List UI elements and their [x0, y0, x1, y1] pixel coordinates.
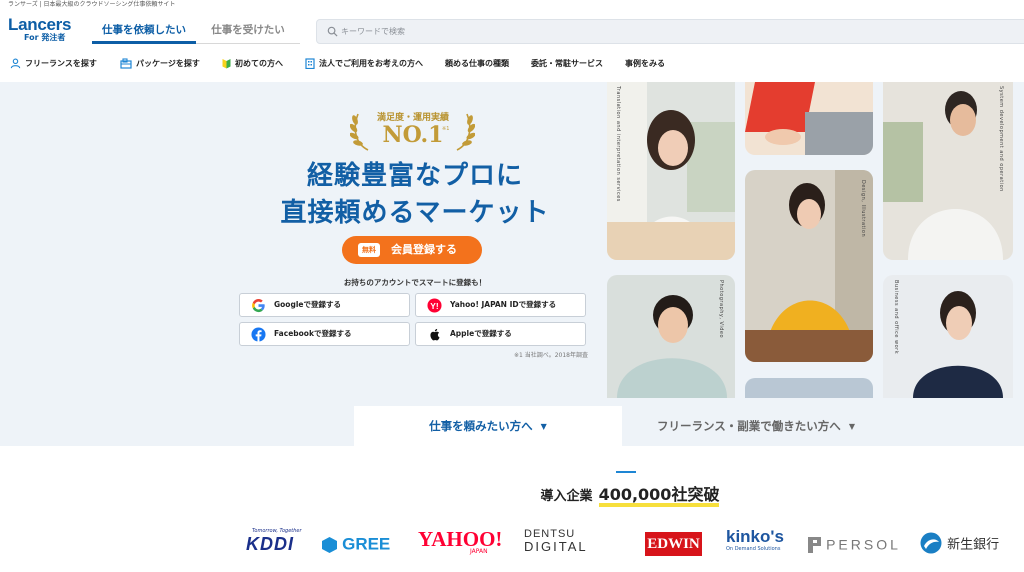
tab-for-freelancers[interactable]: フリーランス・副業で働きたい方へ ▼ [622, 406, 890, 446]
photo-developer-man [883, 82, 1013, 260]
logo-gree: GREE [322, 534, 390, 564]
google-signup-label: Googleで登録する [274, 300, 341, 309]
photo-caption-business: Business and office work [893, 280, 899, 355]
tab-request-work[interactable]: 仕事を依頼したい [92, 18, 196, 44]
nav-label: パッケージを探す [136, 59, 200, 68]
photo-translator-woman [607, 82, 735, 260]
search-input[interactable] [341, 22, 841, 41]
logo-wordmark: Lancers [8, 15, 72, 34]
logo-persol: PERSOL [808, 534, 901, 564]
nav-outsourcing[interactable]: 委託・常駐サービス [531, 55, 603, 73]
search-bar[interactable] [316, 19, 1024, 44]
package-icon [120, 58, 132, 69]
tab-receive-work[interactable]: 仕事を受けたい [196, 18, 300, 44]
logo-dentsu-digital: DENTSU DIGITAL [524, 528, 588, 558]
free-badge: 無料 [358, 243, 380, 257]
photo-laptop-work [745, 82, 873, 155]
search-icon [327, 26, 338, 37]
companies-heading-prefix: 導入企業 [540, 489, 593, 504]
facebook-signup-label: Facebookで登録する [274, 329, 352, 338]
yahoo-wordmark: YAHOO! [418, 527, 503, 551]
lancers-logo[interactable]: Lancers For 発注者 [8, 16, 88, 44]
hero-headline-line1: 経験豊富なプロに [306, 161, 523, 191]
register-button[interactable]: 無料 会員登録する [342, 236, 482, 264]
caret-down-icon: ▼ [848, 421, 855, 431]
social-login-prompt: お持ちのアカウントでスマートに登録も！ [343, 278, 487, 287]
nav-beginners[interactable]: 初めての方へ [222, 55, 283, 73]
kinkos-sub: On Demand Solutions [726, 546, 781, 552]
photo-caption-translation: Translation and interpretation services [615, 86, 621, 202]
persol-mark-icon [808, 536, 821, 553]
tab-for-clients-label: 仕事を頼みたい方へ [429, 419, 533, 433]
photo-designer-woman [745, 170, 873, 362]
apple-signup-button[interactable]: Appleで登録する [415, 322, 586, 346]
award-footnote-mark: ※1 [442, 126, 450, 132]
logo-edwin: EDWIN [645, 532, 702, 556]
shinsei-bank-wordmark: 新生銀行 [947, 537, 1000, 553]
facebook-signup-button[interactable]: Facebookで登録する [239, 322, 410, 346]
beginner-mark-icon [222, 59, 231, 69]
nav-label: 初めての方へ [235, 59, 283, 68]
logo-kinkos: kinko's On Demand Solutions [726, 528, 784, 558]
section-accent-bar [616, 471, 636, 473]
google-signup-button[interactable]: Googleで登録する [239, 293, 410, 317]
gree-wordmark: GREE [342, 534, 391, 554]
nav-find-freelancer[interactable]: フリーランスを探す [10, 55, 97, 73]
edwin-wordmark: EDWIN [647, 536, 700, 552]
kddi-wordmark: KDDI [246, 534, 294, 554]
tab-for-clients[interactable]: 仕事を頼みたい方へ ▼ [354, 406, 622, 446]
persol-wordmark: PERSOL [826, 536, 901, 553]
apple-icon [430, 328, 440, 341]
facebook-icon [251, 327, 266, 342]
companies-heading: 導入企業 400,000社突破 [430, 485, 830, 507]
nav-corporate[interactable]: 法人でご利用をお考えの方へ [305, 55, 423, 73]
apple-signup-label: Appleで登録する [450, 329, 512, 338]
yahoo-signup-button[interactable]: Y! Yahoo! JAPAN IDで登録する [415, 293, 586, 317]
photo-caption-design: Design, Illustration [860, 180, 866, 238]
nav-label: 法人でご利用をお考えの方へ [319, 59, 423, 68]
hero-headline-line2: 直接頼めるマーケット [280, 198, 550, 228]
svg-text:Y!: Y! [430, 301, 438, 311]
building-icon [305, 58, 315, 69]
photo-smiling-man [607, 275, 735, 398]
register-button-label: 会員登録する [391, 243, 457, 256]
google-icon [252, 299, 265, 313]
photo-caption-system: System development and operation [998, 86, 1004, 192]
logo-shinsei-bank: 新生銀行 [920, 532, 999, 562]
survey-footnote: ※1 当社調べ。2018年調査 [513, 352, 588, 359]
tab-for-freelancers-label: フリーランス・副業で働きたい方へ [657, 419, 841, 433]
shinsei-bank-mark-icon [920, 532, 942, 554]
yahoo-icon: Y! [427, 298, 442, 313]
person-icon [10, 58, 21, 69]
photo-business-woman [883, 275, 1013, 398]
nav-find-package[interactable]: パッケージを探す [120, 55, 200, 73]
audience-tabs: 仕事を頼みたい方へ ▼ フリーランス・副業で働きたい方へ ▼ [354, 406, 890, 446]
logo-subtitle: For 発注者 [24, 33, 66, 42]
logo-kddi: Tomorrow, Together KDDI [246, 528, 302, 558]
award-badge: 満足度・運用実績 NO.1 ※1 [350, 104, 475, 154]
nav-case-studies[interactable]: 事例をみる [625, 55, 665, 73]
laurel-right-icon [456, 113, 475, 151]
kinkos-wordmark: kinko's [726, 527, 784, 546]
site-tagline: ランサーズ | 日本最大級のクラウドソーシング仕事依頼サイト [8, 1, 176, 8]
dentsu-digital-sub: DIGITAL [524, 539, 588, 554]
yahoo-signup-label: Yahoo! JAPAN IDで登録する [450, 300, 557, 309]
photo-partial-bottom [745, 378, 873, 398]
nav-label: フリーランスを探す [25, 59, 97, 68]
caret-down-icon: ▼ [540, 421, 547, 431]
gree-hexagon-icon [322, 536, 337, 553]
photo-caption-photography: Photography, Video [718, 280, 724, 339]
main-nav: フリーランスを探す パッケージを探す 初めての方へ 法人でご利用をお考えの方へ … [0, 52, 1024, 76]
companies-count: 400,000社突破 [598, 487, 720, 507]
logo-yahoo-japan: YAHOO! JAPAN [418, 528, 502, 558]
nav-job-types[interactable]: 頼める仕事の種類 [445, 55, 509, 73]
